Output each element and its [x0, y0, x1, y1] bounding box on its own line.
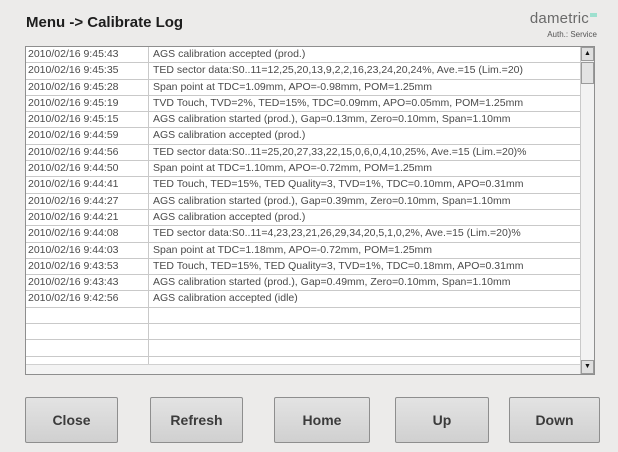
log-message: TED Touch, TED=15%, TED Quality=3, TVD=1…: [153, 259, 524, 272]
log-message: AGS calibration started (prod.), Gap=0.4…: [153, 276, 511, 289]
log-timestamp: 2010/02/16 9:44:59: [26, 128, 149, 144]
log-row[interactable]: [26, 340, 582, 357]
log-row[interactable]: 2010/02/16 9:44:50 Span point at TDC=1.10…: [26, 161, 582, 178]
log-row[interactable]: 2010/02/16 9:44:08 TED sector data:S0..11…: [26, 226, 582, 243]
down-button[interactable]: Down: [509, 397, 600, 443]
log-message: TED sector data:S0..11=12,25,20,13,9,2,2…: [153, 64, 523, 77]
brand-logo: dametric: [530, 10, 597, 27]
log-timestamp: 2010/02/16 9:44:56: [26, 144, 149, 161]
log-timestamp: [26, 340, 149, 356]
arrow-down-icon: ▼: [584, 363, 591, 370]
log-timestamp: 2010/02/16 9:45:35: [26, 63, 149, 79]
log-row[interactable]: 2010/02/16 9:45:35 TED sector data:S0..11…: [26, 63, 582, 80]
arrow-up-icon: ▲: [584, 50, 591, 57]
log-message: Span point at TDC=1.10mm, APO=-0.72mm, P…: [153, 162, 433, 175]
log-message: AGS calibration accepted (prod.): [153, 48, 306, 60]
log-timestamp: 2010/02/16 9:45:28: [26, 79, 149, 95]
log-row[interactable]: 2010/02/16 9:42:56 AGS calibration accept…: [26, 291, 582, 308]
log-row[interactable]: 2010/02/16 9:44:21 AGS calibration accept…: [26, 209, 582, 227]
log-row[interactable]: 2010/02/16 9:44:56 TED sector data:S0..11…: [26, 144, 582, 162]
log-timestamp: 2010/02/16 9:42:56: [26, 291, 149, 307]
log-timestamp: 2010/02/16 9:44:27: [26, 193, 149, 209]
log-message: TED Touch, TED=15%, TED Quality=3, TVD=1…: [153, 178, 524, 191]
log-message: Span point at TDC=1.09mm, APO=-0.98mm, P…: [153, 80, 433, 93]
scroll-down-button[interactable]: ▼: [581, 360, 594, 374]
log-row[interactable]: 2010/02/16 9:45:15 AGS calibration starte…: [26, 112, 582, 129]
log-timestamp: 2010/02/16 9:44:50: [26, 161, 149, 177]
log-timestamp: 2010/02/16 9:44:08: [26, 226, 149, 242]
log-timestamp: 2010/02/16 9:44:21: [26, 209, 149, 226]
brand-name: dametric: [529, 10, 589, 27]
log-message: AGS calibration accepted (prod.): [153, 210, 306, 223]
log-timestamp: 2010/02/16 9:44:41: [26, 177, 149, 193]
log-row[interactable]: 2010/02/16 9:44:03 Span point at TDC=1.18…: [26, 242, 582, 259]
log-row[interactable]: 2010/02/16 9:45:19 TVD Touch, TVD=2%, TED…: [26, 95, 582, 113]
brand-accent: [590, 13, 597, 17]
log-row[interactable]: [26, 307, 582, 325]
log-message: AGS calibration accepted (idle): [153, 292, 298, 305]
log-row[interactable]: 2010/02/16 9:44:59 AGS calibration accept…: [26, 128, 582, 145]
log-row[interactable]: 2010/02/16 9:44:27 AGS calibration starte…: [26, 193, 582, 210]
log-timestamp: 2010/02/16 9:45:43: [26, 47, 149, 63]
log-message: TED sector data:S0..11=25,20,27,33,22,15…: [153, 145, 527, 158]
log-message: TVD Touch, TVD=2%, TED=15%, TDC=0.09mm, …: [153, 96, 524, 109]
log-message: [149, 324, 582, 339]
scroll-thumb[interactable]: [581, 62, 594, 84]
log-row[interactable]: [26, 324, 582, 341]
log-timestamp: 2010/02/16 9:43:53: [26, 258, 149, 275]
log-row[interactable]: 2010/02/16 9:43:43 AGS calibration starte…: [26, 275, 582, 292]
page-title: Menu -> Calibrate Log: [26, 14, 184, 31]
close-button[interactable]: Close: [25, 397, 118, 443]
log-timestamp: 2010/02/16 9:45:15: [26, 112, 149, 128]
log-timestamp: [26, 307, 149, 324]
log-list[interactable]: 2010/02/16 9:45:43 AGS calibration accept…: [25, 46, 595, 375]
log-message: AGS calibration accepted (prod.): [153, 129, 306, 142]
log-message: TED sector data:S0..11=4,23,23,21,26,29,…: [153, 227, 521, 240]
log-message: AGS calibration started (prod.), Gap=0.1…: [153, 113, 511, 126]
auth-level: Auth.: Service: [547, 30, 597, 39]
horizontal-scrollbar[interactable]: [26, 364, 582, 374]
log-rows: 2010/02/16 9:45:43 AGS calibration accept…: [26, 47, 582, 374]
log-row[interactable]: 2010/02/16 9:44:41 TED Touch, TED=15%, TE…: [26, 177, 582, 194]
log-row[interactable]: 2010/02/16 9:45:28 Span point at TDC=1.09…: [26, 79, 582, 96]
log-message: [149, 340, 582, 355]
home-button[interactable]: Home: [274, 397, 370, 443]
log-row[interactable]: 2010/02/16 9:45:43 AGS calibration accept…: [26, 47, 582, 64]
scroll-up-button[interactable]: ▲: [581, 47, 594, 61]
vertical-scrollbar[interactable]: ▲ ▼: [580, 47, 594, 374]
log-message: [149, 308, 582, 323]
up-button[interactable]: Up: [395, 397, 489, 443]
log-timestamp: [26, 324, 149, 340]
refresh-button[interactable]: Refresh: [150, 397, 243, 443]
log-message: Span point at TDC=1.18mm, APO=-0.72mm, P…: [153, 243, 433, 256]
log-message: AGS calibration started (prod.), Gap=0.3…: [153, 194, 511, 207]
log-timestamp: 2010/02/16 9:44:03: [26, 242, 149, 258]
log-row[interactable]: 2010/02/16 9:43:53 TED Touch, TED=15%, TE…: [26, 258, 582, 276]
log-timestamp: 2010/02/16 9:43:43: [26, 275, 149, 291]
log-timestamp: 2010/02/16 9:45:19: [26, 95, 149, 112]
